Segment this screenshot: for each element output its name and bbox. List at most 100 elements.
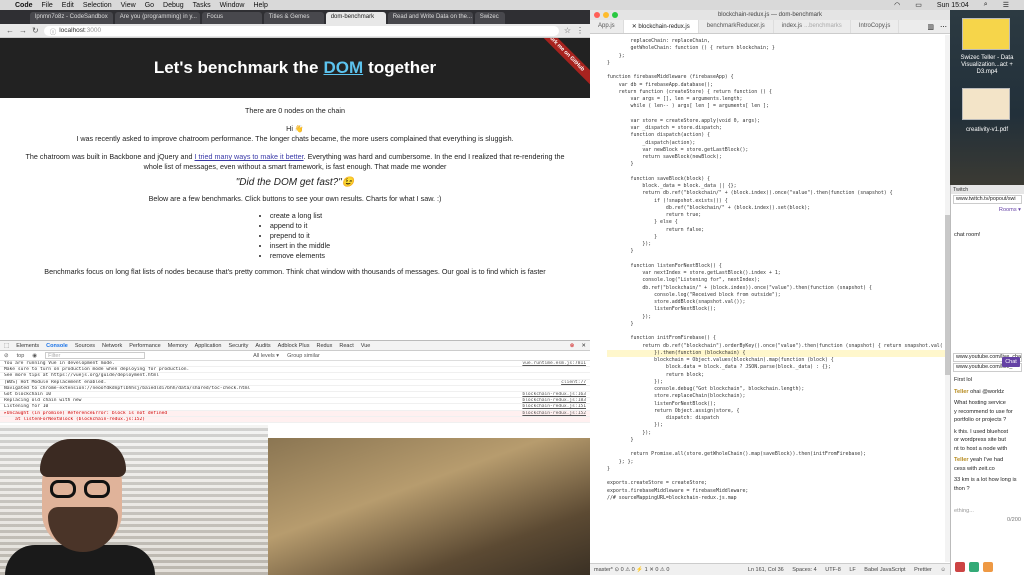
console-filter-input[interactable]: Filter — [45, 352, 146, 359]
code-line[interactable]: return saveBlock(newBlock); — [607, 154, 945, 161]
code-line[interactable]: block.data = block._data ? JSON.parse(bl… — [607, 364, 945, 371]
code-line[interactable]: db.ref("blockchain/" + (block.index)).se… — [607, 205, 945, 212]
code-line[interactable]: }; — [607, 53, 945, 60]
menu-window[interactable]: Window — [220, 2, 245, 9]
code-line[interactable] — [607, 256, 945, 263]
code-line[interactable]: return true; — [607, 212, 945, 219]
chat-user[interactable]: Teller — [954, 389, 969, 395]
menu-help[interactable]: Help — [253, 2, 267, 9]
prettier-status[interactable]: Prettier — [914, 567, 932, 573]
code-line[interactable]: console.debug("Got blockchain", blockcha… — [607, 386, 945, 393]
code-line[interactable]: dispatch: dispatch — [607, 415, 945, 422]
code-line[interactable]: function saveBlock(block) { — [607, 176, 945, 183]
code-line[interactable]: }).then(function (blockchain) { — [607, 349, 945, 357]
code-line[interactable]: store.replaceChain(blockchain); — [607, 393, 945, 400]
code-line[interactable]: function listenForNextBlock() { — [607, 263, 945, 270]
editor-tab[interactable]: index.js ...benchmarks — [774, 20, 851, 33]
devtools-tab-adblock[interactable]: Adblock Plus — [278, 343, 310, 349]
feedback-icon[interactable]: ☺ — [940, 567, 946, 573]
devtools-tab-sources[interactable]: Sources — [75, 343, 95, 349]
inspect-icon[interactable]: ⬚ — [4, 343, 9, 349]
devtools-tab-performance[interactable]: Performance — [129, 343, 161, 349]
console-source-link[interactable]: client:77 — [561, 380, 586, 385]
close-window-icon[interactable] — [594, 12, 600, 18]
code-line[interactable]: exports.createStore = createStore; — [607, 480, 945, 487]
code-line[interactable]: var newBlock = store.getLastBlock(); — [607, 147, 945, 154]
code-line[interactable]: listenForNextBlock(); — [607, 306, 945, 313]
video-file-thumbnail[interactable] — [962, 18, 1010, 50]
code-line[interactable]: blockchain = Object.values(blockchain).m… — [607, 357, 945, 364]
bookmark-star-icon[interactable]: ☆ — [564, 26, 571, 35]
reload-icon[interactable]: ↻ — [32, 26, 39, 35]
twitch-url[interactable]: www.twitch.tv/popout/swi — [953, 195, 1022, 204]
close-devtools-icon[interactable]: ✕ — [581, 343, 586, 349]
code-line[interactable]: }); — [607, 430, 945, 437]
editor-tab[interactable]: App.js — [590, 20, 624, 33]
code-editor[interactable]: replaceChain: replaceChain, getWholeChai… — [590, 35, 945, 562]
code-line[interactable]: return function (createStore) { return f… — [607, 89, 945, 96]
code-line[interactable]: var db = firebaseApp.database(); — [607, 82, 945, 89]
menu-go[interactable]: Go — [145, 2, 154, 9]
github-fork-ribbon[interactable]: Fork me on GitHub — [528, 38, 590, 90]
menubar-clock[interactable]: Sun 15:04 — [937, 2, 969, 9]
chat-send-button[interactable]: Chat — [1002, 357, 1020, 367]
code-line[interactable]: replaceChain: replaceChain, — [607, 38, 945, 45]
code-line[interactable]: } — [607, 161, 945, 168]
code-line[interactable]: store.addBlock(snapshot.val()); — [607, 299, 945, 306]
code-line[interactable]: return block; — [607, 372, 945, 379]
code-line[interactable]: } — [607, 466, 945, 473]
code-line[interactable]: return Promise.all(store.getWholeChain()… — [607, 451, 945, 458]
wifi-icon[interactable]: ◠ — [894, 1, 900, 9]
console-source-link[interactable]: blockchain-redux.js:183 — [522, 398, 586, 403]
menu-selection[interactable]: Selection — [83, 2, 112, 9]
menu-app-name[interactable]: Code — [15, 2, 33, 9]
menu-view[interactable]: View — [121, 2, 136, 9]
chrome-menu-icon[interactable]: ⋮ — [576, 26, 584, 35]
search-icon[interactable]: ⌕ — [984, 1, 988, 9]
code-line[interactable]: } else { — [607, 219, 945, 226]
code-line[interactable]: console.log("Received block from outside… — [607, 292, 945, 299]
code-line[interactable]: }); — [607, 241, 945, 248]
pdf-file-label[interactable]: creativity-v1.pdf — [952, 127, 1022, 134]
language-mode[interactable]: Babel JavaScript — [864, 567, 905, 573]
console-source-link[interactable]: blockchain-redux.js:163 — [522, 392, 586, 397]
code-line[interactable]: //# sourceMappingURL=blockchain-redux.js… — [607, 495, 945, 502]
dock-app-icon[interactable] — [969, 562, 979, 572]
split-editor-icon[interactable]: ▥ — [924, 20, 937, 33]
back-icon[interactable]: ← — [6, 26, 14, 35]
code-line[interactable] — [607, 473, 945, 480]
menu-file[interactable]: File — [42, 2, 53, 9]
git-branch-status[interactable]: master* ⊙ 0 ⚠ 0 ⚡ 1 ✕ 0 ⚠ 0 — [594, 567, 669, 573]
editor-tab[interactable]: benchmarkReducer.js — [699, 20, 774, 33]
code-line[interactable]: var args = [], len = arguments.length; — [607, 96, 945, 103]
code-line[interactable]: listenForNextBlock(); — [607, 401, 945, 408]
line-ending[interactable]: LF — [849, 567, 855, 573]
devtools-tab-security[interactable]: Security — [229, 343, 249, 349]
code-line[interactable] — [607, 444, 945, 451]
cursor-position[interactable]: Ln 161, Col 36 — [748, 567, 784, 573]
code-line[interactable]: function initFromFirebase() { — [607, 335, 945, 342]
devtools-tab-react[interactable]: React — [339, 343, 353, 349]
group-similar-checkbox[interactable]: Group similar — [287, 353, 320, 359]
devtools-tab-console[interactable]: Console — [46, 343, 68, 349]
code-line[interactable] — [607, 111, 945, 118]
code-line[interactable]: return db.ref("blockchain/" + (block.ind… — [607, 190, 945, 197]
editor-tab-active[interactable]: ✕ blockchain-redux.js — [623, 20, 699, 33]
maximize-window-icon[interactable] — [612, 12, 618, 18]
code-line[interactable]: block._data = block._data || {}; — [607, 183, 945, 190]
chat-user[interactable]: Teller — [954, 457, 969, 463]
code-line[interactable]: }); — [607, 379, 945, 386]
editor-tab[interactable]: IntroCopy.js — [851, 20, 900, 33]
url-input[interactable]: ⓘ localhost:3000 — [43, 25, 559, 36]
chrome-tab[interactable]: lpnmn7o8z - CodeSandbox — [30, 12, 113, 24]
pdf-file-thumbnail[interactable] — [962, 88, 1010, 120]
code-line[interactable]: } — [607, 321, 945, 328]
code-line[interactable]: var nextIndex = store.getLastBlock().ind… — [607, 270, 945, 277]
code-line[interactable]: }); — [607, 422, 945, 429]
code-line[interactable]: var _dispatch = store.dispatch; — [607, 125, 945, 132]
clear-console-icon[interactable]: ⊘ — [4, 353, 9, 359]
console-source-link[interactable]: blockchain-redux.js:152 — [522, 411, 586, 416]
chrome-tab[interactable]: Focus — [201, 12, 262, 24]
code-line[interactable]: _dispatch(action); — [607, 140, 945, 147]
chrome-tab[interactable]: Swizec — [474, 12, 505, 24]
